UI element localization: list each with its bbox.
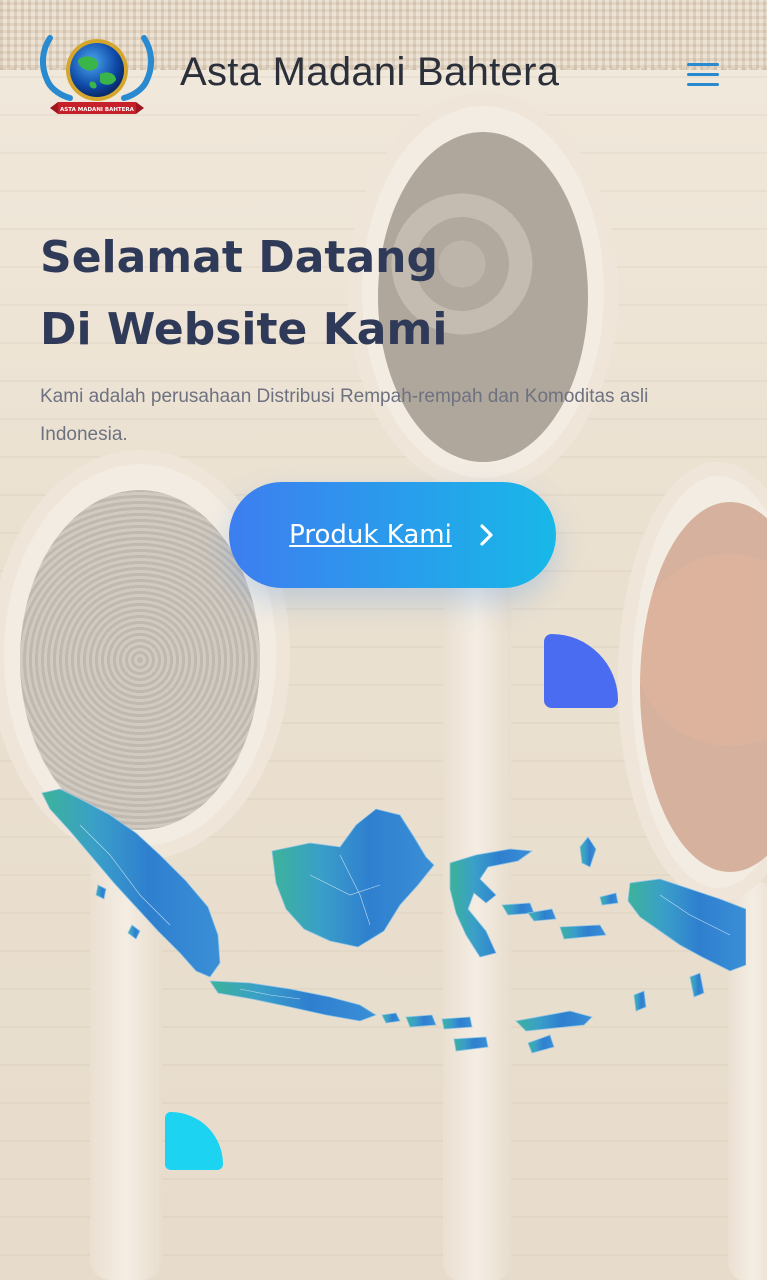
produk-kami-label: Produk Kami: [289, 520, 452, 550]
globe-logo-icon: ASTA MADANI BAHTERA: [40, 35, 154, 114]
hero-title: Selamat Datang Di Website Kami: [40, 222, 560, 366]
logo-banner-text: ASTA MADANI BAHTERA: [60, 107, 135, 113]
hero-title-line-1: Selamat Datang: [40, 232, 438, 283]
brand-name[interactable]: Asta Madani Bahtera: [180, 50, 559, 95]
hamburger-menu-icon[interactable]: [684, 60, 722, 90]
company-logo[interactable]: ASTA MADANI BAHTERA: [38, 30, 156, 122]
produk-kami-button[interactable]: Produk Kami: [229, 482, 556, 588]
site-header: ASTA MADANI BAHTERA Asta Madani Bahtera: [0, 0, 767, 150]
indonesia-map-illustration: [41, 788, 746, 1054]
hero-description: Kami adalah perusahaan Distribusi Rempah…: [40, 386, 649, 445]
chevron-right-icon: [480, 524, 493, 546]
spice-background: [0, 0, 767, 1280]
hero-title-line-2: Di Website Kami: [40, 304, 448, 355]
